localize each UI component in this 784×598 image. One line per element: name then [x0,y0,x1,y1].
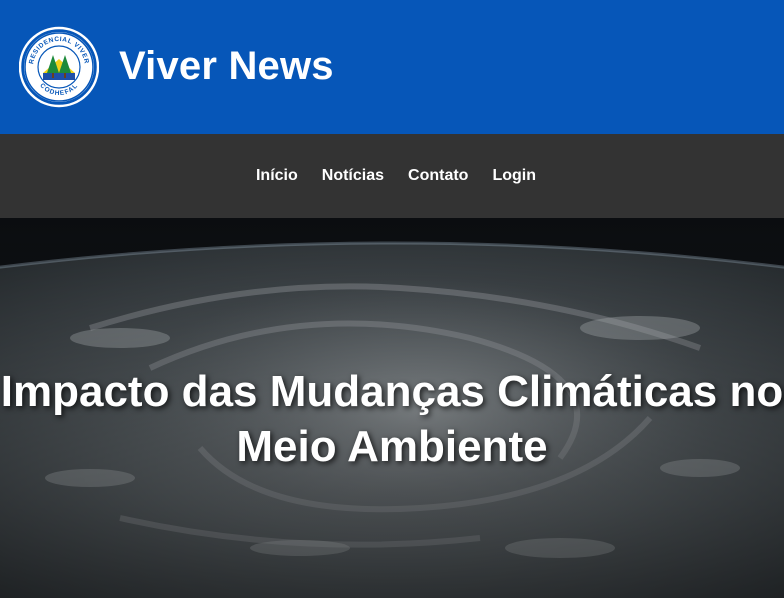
nav-link-noticias[interactable]: Notícias [322,167,384,185]
main-navbar: Início Notícias Contato Login [0,134,784,218]
hero-banner: Impacto das Mudanças Climáticas no Meio … [0,218,784,598]
residencial-viver-seal: RESIDENCIAL VIVER CODHEFAL [18,26,100,108]
nav-link-contato[interactable]: Contato [408,167,468,185]
hero-title: Impacto das Mudanças Climáticas no Meio … [0,367,784,471]
nav-link-login[interactable]: Login [492,167,536,185]
site-title: Viver News [119,44,334,88]
site-logo[interactable]: RESIDENCIAL VIVER CODHEFAL [18,25,100,109]
nav-link-inicio[interactable]: Início [256,167,298,185]
site-header: RESIDENCIAL VIVER CODHEFAL Viver News [0,0,784,134]
